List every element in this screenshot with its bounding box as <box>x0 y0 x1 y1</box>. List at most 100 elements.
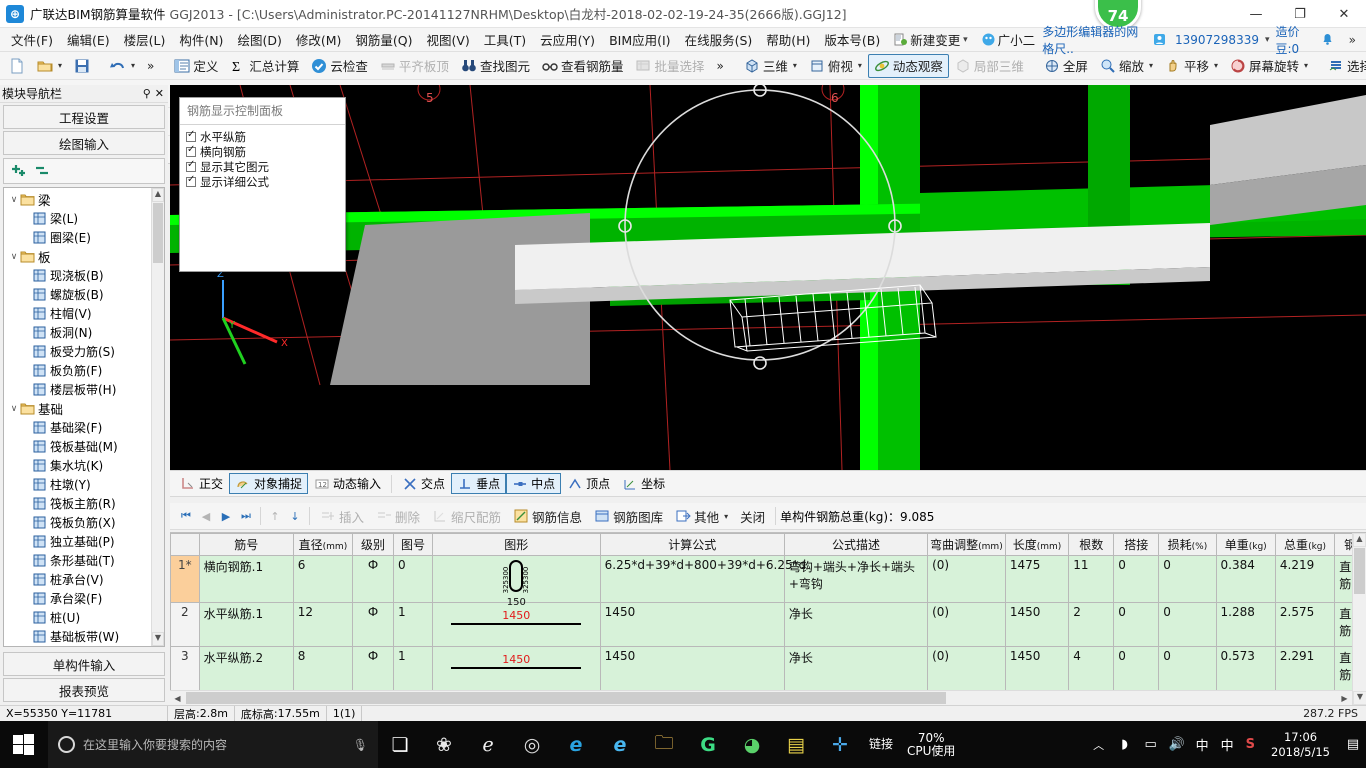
bell-icon[interactable] <box>1321 33 1334 46</box>
report-preview-button[interactable]: 报表预览 <box>3 678 165 702</box>
select-floor-button[interactable]: 选择楼层 <box>1322 54 1366 78</box>
cell-length[interactable]: 1475 <box>1005 556 1068 603</box>
zoom-button[interactable]: 缩放 ▾ <box>1094 54 1159 78</box>
cell-diameter[interactable]: 12 <box>293 603 352 647</box>
cell-count[interactable]: 11 <box>1069 556 1114 603</box>
volume-icon[interactable]: 🔊 <box>1164 721 1190 768</box>
insert-row-button[interactable]: 插入 <box>314 504 370 528</box>
cell-grade[interactable]: Ф <box>353 647 394 691</box>
tree-item-8[interactable]: 板受力筋(S) <box>4 342 151 361</box>
component-tree[interactable]: ∨梁梁(L)圈梁(E)∨板现浇板(B)螺旋板(B)柱帽(V)板洞(N)板受力筋(… <box>3 187 165 647</box>
undo-chevron-icon[interactable]: ▾ <box>131 61 135 70</box>
cell-unit_w[interactable]: 1.288 <box>1216 603 1275 647</box>
tree-item-13[interactable]: 筏板基础(M) <box>4 437 151 456</box>
start-button[interactable] <box>0 721 48 768</box>
first-record-button[interactable]: ⏮ <box>176 509 196 523</box>
rebar-library-button[interactable]: 钢筋图库 <box>588 504 669 528</box>
tree-item-15[interactable]: 柱墩(Y) <box>4 475 151 494</box>
find-element-button[interactable]: 查找图元 <box>455 54 536 78</box>
cell-lap[interactable]: 0 <box>1114 647 1159 691</box>
tree-vertical-scrollbar[interactable]: ▲ ▼ <box>151 188 164 646</box>
cell-name[interactable]: 水平纵筋.2 <box>199 647 293 691</box>
table-scroll-thumb[interactable] <box>1354 548 1365 594</box>
cell-total_w[interactable]: 4.219 <box>1275 556 1334 603</box>
flat-slab-top-button[interactable]: 平齐板顶 <box>374 54 455 78</box>
zoom-chevron-icon[interactable]: ▾ <box>1149 61 1153 70</box>
account-chevron-icon[interactable]: ▾ <box>1265 35 1270 45</box>
checkbox-show-other-elements[interactable] <box>186 162 196 172</box>
table-scroll-down-icon[interactable]: ▼ <box>1353 691 1366 705</box>
tree-group-0[interactable]: ∨梁 <box>4 190 151 209</box>
tree-scroll-up-icon[interactable]: ▲ <box>152 188 164 202</box>
menu-rebar-qty[interactable]: 钢筋量(Q) <box>348 27 419 52</box>
pin-icon[interactable]: ⚲ <box>143 87 151 100</box>
screen-rotate-chevron-icon[interactable]: ▾ <box>1304 61 1308 70</box>
tree-item-23[interactable]: 基础板带(W) <box>4 627 151 646</box>
tree-item-22[interactable]: 桩(U) <box>4 608 151 627</box>
ime-lang-icon[interactable]: 中 <box>1190 735 1215 754</box>
option-transverse-rebar[interactable]: 横向钢筋 <box>186 144 339 159</box>
cell-formula[interactable]: 1450 <box>600 647 784 691</box>
notice-link[interactable]: 多边形编辑器的网格尺.. <box>1042 23 1147 57</box>
column-header-bend[interactable]: 弯曲调整(mm) <box>928 534 1006 556</box>
pan-chevron-icon[interactable]: ▾ <box>1214 61 1218 70</box>
taskbar-search[interactable]: 在这里输入你要搜索的内容 🎙 <box>48 721 378 768</box>
cell-grade[interactable]: Ф <box>353 556 394 603</box>
checkbox-horizontal-longitudinal[interactable] <box>186 132 196 142</box>
app-ie2-icon[interactable]: e <box>598 721 642 768</box>
option-horizontal-longitudinal[interactable]: 水平纵筋 <box>186 129 339 144</box>
column-header-shape_no[interactable]: 图号 <box>394 534 433 556</box>
checkbox-transverse-rebar[interactable] <box>186 147 196 157</box>
new-file-button[interactable] <box>3 54 31 78</box>
column-header-shape[interactable]: 图形 <box>432 534 600 556</box>
menu-modify[interactable]: 修改(M) <box>289 27 349 52</box>
other-button[interactable]: 其他 ▾ <box>669 504 734 528</box>
column-header-diameter[interactable]: 直径(mm) <box>293 534 352 556</box>
cell-shape[interactable]: 1450 <box>432 647 600 691</box>
tree-item-9[interactable]: 板负筋(F) <box>4 361 151 380</box>
cell-lap[interactable]: 0 <box>1114 556 1159 603</box>
tree-expander-icon[interactable]: ∨ <box>8 195 20 205</box>
scale-rebar-button[interactable]: 缩尺配筋 <box>426 504 507 528</box>
table-row[interactable]: 1*横向钢筋.16Ф03253003253001506.25*d+39*d+80… <box>171 556 1366 603</box>
define-button[interactable]: 定义 <box>168 54 224 78</box>
app-edge-legacy-icon[interactable]: ℯ <box>466 721 510 768</box>
cell-bend[interactable]: (0) <box>928 603 1006 647</box>
cell-count[interactable]: 4 <box>1069 647 1114 691</box>
column-header-grade[interactable]: 级别 <box>353 534 394 556</box>
cell-lap[interactable]: 0 <box>1114 603 1159 647</box>
menu-bim[interactable]: BIM应用(I) <box>602 27 678 52</box>
column-header-total_w[interactable]: 总重(kg) <box>1275 534 1334 556</box>
view-rebar-button[interactable]: 查看钢筋量 <box>536 54 630 78</box>
rebar-display-control-panel[interactable]: 钢筋显示控制面板 水平纵筋 横向钢筋 显示其它图元 <box>179 97 346 272</box>
cell-shape_no[interactable]: 1 <box>394 647 433 691</box>
cell-bend[interactable]: (0) <box>928 647 1006 691</box>
cell-loss[interactable]: 0 <box>1159 647 1216 691</box>
close-rebar-panel-button[interactable]: 关闭 <box>734 504 771 528</box>
move-down-button[interactable]: ↓ <box>285 510 305 523</box>
single-component-input-button[interactable]: 单构件输入 <box>3 652 165 676</box>
wifi-icon[interactable]: ◗ <box>1112 721 1138 768</box>
midpoint-button[interactable]: 中点 <box>506 473 561 494</box>
tree-item-14[interactable]: 集水坑(K) <box>4 456 151 475</box>
add-icon[interactable] <box>10 163 28 180</box>
dynamic-input-button[interactable]: 12 动态输入 <box>308 473 387 494</box>
local-3d-button[interactable]: 局部三维 <box>949 54 1030 78</box>
sogou-icon[interactable]: S <box>1240 737 1261 752</box>
table-scroll-right-icon[interactable]: ▶ <box>1337 694 1352 703</box>
account-label[interactable]: 13907298339 <box>1175 33 1259 47</box>
cell-length[interactable]: 1450 <box>1005 647 1068 691</box>
next-record-button[interactable]: ▶ <box>216 510 236 523</box>
app-spiral-icon[interactable]: ◎ <box>510 721 554 768</box>
column-header-length[interactable]: 长度(mm) <box>1005 534 1068 556</box>
tree-item-18[interactable]: 独立基础(P) <box>4 532 151 551</box>
ortho-button[interactable]: 正交 <box>174 473 229 494</box>
tree-item-2[interactable]: 圈梁(E) <box>4 228 151 247</box>
undo-button[interactable]: ▾ <box>104 54 141 78</box>
menu-tools[interactable]: 工具(T) <box>477 27 533 52</box>
option-show-other-elements[interactable]: 显示其它图元 <box>186 159 339 174</box>
dynamic-observe-button[interactable]: 动态观察 <box>868 54 949 78</box>
option-show-detailed-formula[interactable]: 显示详细公式 <box>186 174 339 189</box>
tree-item-10[interactable]: 楼层板带(H) <box>4 380 151 399</box>
fullscreen-button[interactable]: 全屏 <box>1038 54 1094 78</box>
